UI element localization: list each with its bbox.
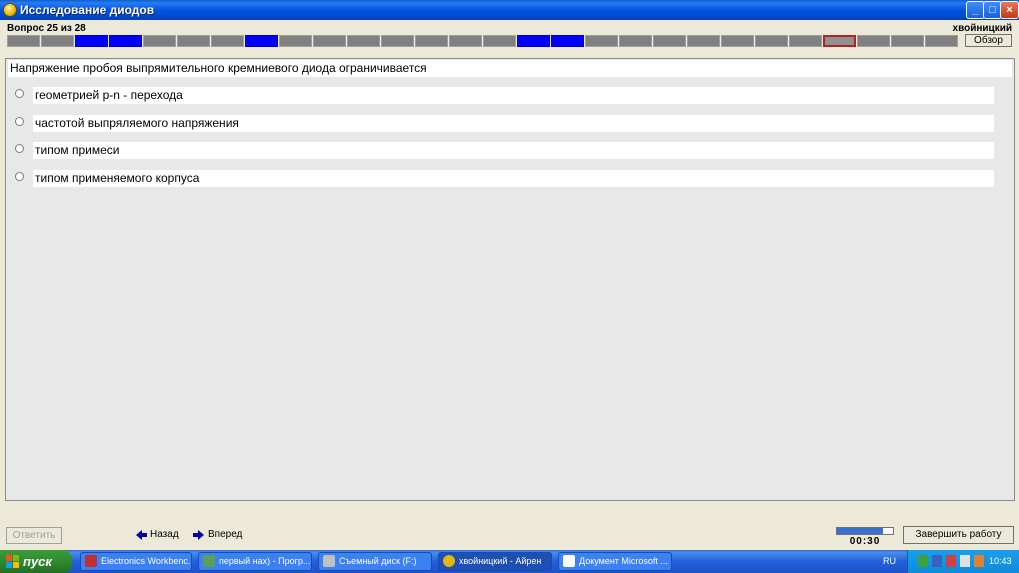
question-cell-9[interactable] xyxy=(279,35,312,47)
question-cell-15[interactable] xyxy=(483,35,516,47)
radio-button[interactable] xyxy=(15,144,24,153)
timer-progress-fill xyxy=(837,528,883,534)
finish-button[interactable]: Завершить работу xyxy=(903,526,1014,544)
title-bar: Исследование диодов _ □ × xyxy=(0,0,1019,20)
browse-button[interactable]: Обзор xyxy=(965,34,1012,47)
question-panel: Напряжение пробоя выпрямительного кремни… xyxy=(5,58,1015,501)
question-cell-7[interactable] xyxy=(211,35,244,47)
back-button[interactable]: Назад xyxy=(136,529,179,540)
radio-button[interactable] xyxy=(15,172,24,181)
question-cell-16[interactable] xyxy=(517,35,550,47)
taskbar-item-label: Документ Microsoft ... xyxy=(579,556,668,566)
monitor-icon[interactable] xyxy=(932,555,942,567)
question-cell-3[interactable] xyxy=(75,35,108,47)
user-name: хвойницкий xyxy=(952,23,1012,34)
close-button[interactable]: × xyxy=(1000,1,1019,19)
back-label: Назад xyxy=(150,529,179,540)
question-cell-8[interactable] xyxy=(245,35,278,47)
program-icon xyxy=(203,555,215,567)
question-text: Напряжение пробоя выпрямительного кремни… xyxy=(8,60,1012,77)
question-counter: Вопрос 25 из 28 xyxy=(7,23,86,34)
question-cell-25[interactable] xyxy=(823,35,856,47)
taskbar-item-test-app[interactable]: хвойницкий - Айрен xyxy=(438,552,552,571)
question-cell-24[interactable] xyxy=(789,35,822,47)
workbench-icon xyxy=(85,555,97,567)
question-cell-1[interactable] xyxy=(7,35,40,47)
question-cell-10[interactable] xyxy=(313,35,346,47)
question-cell-22[interactable] xyxy=(721,35,754,47)
answer-option-3[interactable]: типом примеси xyxy=(13,142,999,159)
question-cell-20[interactable] xyxy=(653,35,686,47)
question-cell-6[interactable] xyxy=(177,35,210,47)
question-cell-13[interactable] xyxy=(415,35,448,47)
timer-text: 00:30 xyxy=(849,536,881,547)
question-cell-23[interactable] xyxy=(755,35,788,47)
windows-logo-icon xyxy=(6,555,19,568)
question-cell-19[interactable] xyxy=(619,35,652,47)
radio-button[interactable] xyxy=(15,89,24,98)
taskbar: пуск Electronics Workbenc... первый нах)… xyxy=(0,550,1019,573)
arrow-right-icon xyxy=(193,529,204,540)
answer-option-2[interactable]: частотой выпряляемого напряжения xyxy=(13,115,999,132)
taskbar-item-program[interactable]: первый нах) - Прогр... xyxy=(198,552,312,571)
question-cell-21[interactable] xyxy=(687,35,720,47)
security-icon[interactable] xyxy=(960,555,970,567)
answer-option-4[interactable]: типом применяемого корпуса xyxy=(13,170,999,187)
volume-icon[interactable] xyxy=(974,555,984,567)
arrow-left-icon xyxy=(136,529,147,540)
taskbar-item-electronics-workbench[interactable]: Electronics Workbenc... xyxy=(80,552,192,571)
answer-button[interactable]: Ответить xyxy=(6,527,62,544)
start-label: пуск xyxy=(23,554,52,569)
clock: 10:43 xyxy=(989,556,1012,566)
radio-button[interactable] xyxy=(15,117,24,126)
question-cell-4[interactable] xyxy=(109,35,142,47)
forward-label: Вперед xyxy=(208,529,243,540)
answer-option-label[interactable]: типом применяемого корпуса xyxy=(33,170,994,187)
question-cell-2[interactable] xyxy=(41,35,74,47)
question-cell-11[interactable] xyxy=(347,35,380,47)
question-progress-strip xyxy=(7,35,959,47)
test-app-icon xyxy=(443,555,455,567)
answer-option-label[interactable]: геометрией p-n - перехода xyxy=(33,87,994,104)
question-cell-26[interactable] xyxy=(857,35,890,47)
question-cell-28[interactable] xyxy=(925,35,958,47)
question-cell-12[interactable] xyxy=(381,35,414,47)
start-button[interactable]: пуск xyxy=(0,550,72,573)
document-icon xyxy=(563,555,575,567)
app-icon xyxy=(3,3,17,17)
taskbar-item-removable-disk[interactable]: Съемный диск (F:) xyxy=(318,552,432,571)
network-icon[interactable] xyxy=(918,555,928,567)
question-cell-5[interactable] xyxy=(143,35,176,47)
forward-button[interactable]: Вперед xyxy=(193,529,242,540)
answer-option-label[interactable]: частотой выпряляемого напряжения xyxy=(33,115,994,132)
window-title: Исследование диодов xyxy=(20,3,155,17)
question-cell-18[interactable] xyxy=(585,35,618,47)
answer-option-label[interactable]: типом примеси xyxy=(33,142,994,159)
question-cell-17[interactable] xyxy=(551,35,584,47)
question-cell-27[interactable] xyxy=(891,35,924,47)
language-indicator[interactable]: RU xyxy=(883,556,896,566)
taskbar-item-label: Electronics Workbenc... xyxy=(101,556,192,566)
antivirus-icon[interactable] xyxy=(946,555,956,567)
drive-icon xyxy=(323,555,335,567)
taskbar-item-label: хвойницкий - Айрен xyxy=(459,556,542,566)
taskbar-item-word-document[interactable]: Документ Microsoft ... xyxy=(558,552,672,571)
taskbar-item-label: первый нах) - Прогр... xyxy=(219,556,311,566)
question-cell-14[interactable] xyxy=(449,35,482,47)
answer-option-1[interactable]: геометрией p-n - перехода xyxy=(13,87,999,104)
taskbar-item-label: Съемный диск (F:) xyxy=(339,556,417,566)
timer-progress-bar xyxy=(836,527,894,535)
